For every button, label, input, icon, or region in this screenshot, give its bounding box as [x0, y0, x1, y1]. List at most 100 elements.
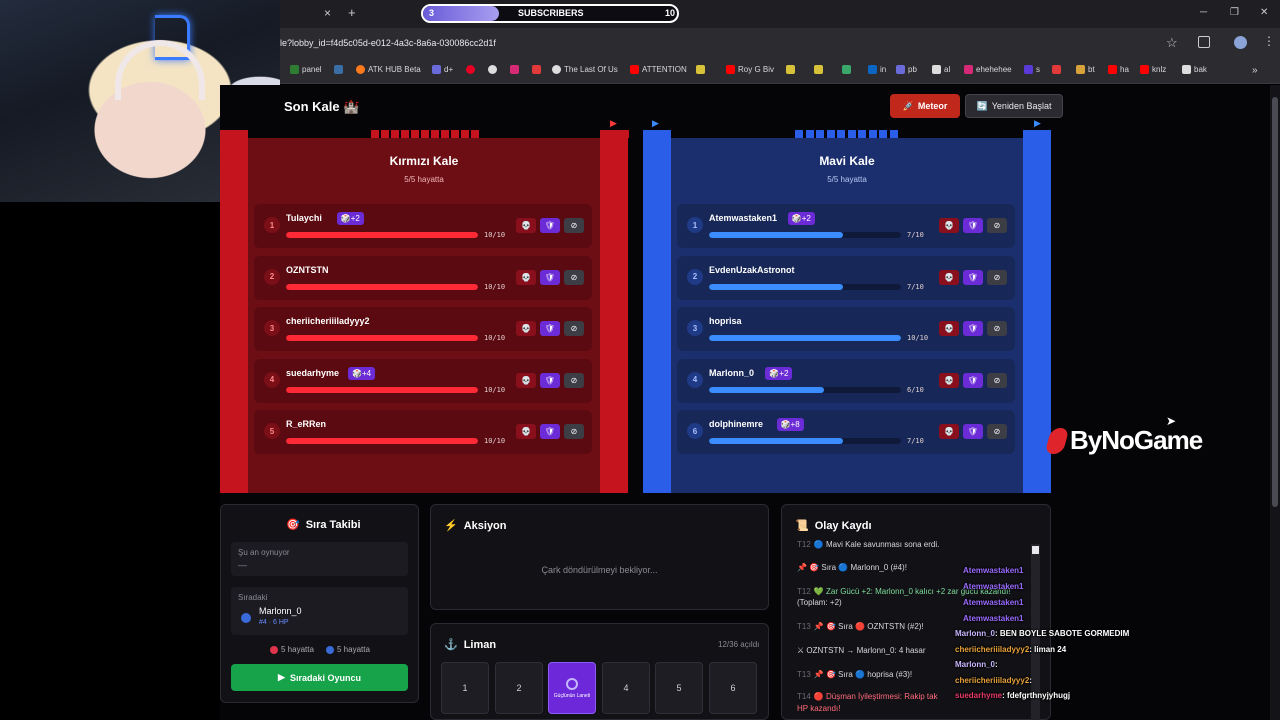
attack-skull-button[interactable]: 💀	[939, 321, 959, 336]
log-turn: T13	[797, 670, 811, 679]
tab-close-button[interactable]: ×	[324, 6, 331, 20]
merlon	[816, 130, 824, 138]
block-button[interactable]: ⊘	[987, 321, 1007, 336]
extensions-icon[interactable]	[1198, 36, 1210, 48]
bookmark-d-plus[interactable]: d+	[432, 65, 453, 74]
bookmark-panel[interactable]: panel	[290, 65, 322, 74]
bookmark-steam[interactable]	[334, 65, 343, 74]
harbor-cell-5[interactable]: 5	[655, 662, 703, 714]
hp-bar-fill	[709, 283, 844, 290]
attack-skull-button[interactable]: 💀	[939, 372, 959, 388]
block-button[interactable]: ⊘	[564, 218, 584, 233]
chat-username: cheriicheriiiladyyy2	[955, 645, 1030, 654]
bookmark-misc-1[interactable]	[786, 65, 795, 74]
shield-button[interactable]: 🛡	[963, 424, 983, 439]
blue-castle-name: Mavi Kale	[819, 154, 875, 168]
shield-button[interactable]: 🛡	[540, 269, 560, 285]
harbor-cell-1[interactable]: 1	[441, 662, 489, 714]
harbor-cell-3[interactable]: Güçlünün Laneti	[548, 662, 596, 714]
play-icon: ▶	[278, 672, 285, 682]
harbor-cell-4[interactable]: 4	[602, 662, 650, 714]
shield-button[interactable]: 🛡	[963, 269, 983, 285]
meteor-button[interactable]: 🚀 Meteor	[890, 94, 960, 118]
bookmark-misc-2[interactable]	[814, 65, 823, 74]
attack-skull-button[interactable]: 💀	[516, 372, 536, 388]
bookmark-knlz[interactable]: knlz	[1140, 65, 1166, 74]
block-button[interactable]: ⊘	[987, 218, 1007, 233]
block-button[interactable]: ⊘	[987, 372, 1007, 388]
player-name: hoprisa	[709, 316, 742, 326]
star-icon[interactable]: ☆	[1166, 35, 1178, 51]
bookmark-the-last-of-us[interactable]: The Last Of Us	[552, 65, 618, 74]
attack-skull-button[interactable]: 💀	[516, 424, 536, 439]
shield-button[interactable]: 🛡	[963, 372, 983, 388]
restart-button[interactable]: 🔄 Yeniden Başlat	[965, 94, 1063, 118]
block-button[interactable]: ⊘	[564, 321, 584, 336]
red-castle-name: Kırmızı Kale	[389, 154, 459, 168]
block-button[interactable]: ⊘	[987, 269, 1007, 285]
bookmark-linkedin[interactable]: in	[868, 65, 886, 74]
attack-skull-button[interactable]: 💀	[939, 424, 959, 439]
bookmark-bak[interactable]: bak	[1182, 65, 1207, 74]
bookmark-atk-hub[interactable]: ATK HUB Beta	[356, 65, 421, 74]
new-tab-button[interactable]: +	[348, 5, 356, 20]
shield-button[interactable]: 🛡	[540, 424, 560, 439]
bookmark-ha[interactable]: ha	[1108, 65, 1129, 74]
bookmark-roy-g-biv[interactable]: Roy G Biv	[726, 65, 774, 74]
shield-button[interactable]: 🛡	[540, 218, 560, 233]
block-button[interactable]: ⊘	[564, 372, 584, 388]
bookmarks-overflow-icon[interactable]: »	[1252, 65, 1258, 76]
hp-bar-fill	[709, 438, 844, 444]
attack-skull-button[interactable]: 💀	[939, 269, 959, 285]
bookmark-misc-3[interactable]	[842, 65, 851, 74]
log-turn: T14	[797, 692, 811, 701]
url-input[interactable]: le?lobby_id=f4d5c05d-e012-4a3c-8a6a-0300…	[280, 38, 496, 48]
shield-button[interactable]: 🛡	[540, 321, 560, 336]
scrollbar-thumb[interactable]	[1272, 97, 1278, 507]
bookmark-instagram[interactable]	[510, 65, 519, 74]
bookmark-s[interactable]: s	[1024, 65, 1040, 74]
bookmark-attention[interactable]: ATTENTION	[630, 65, 687, 74]
block-button[interactable]: ⊘	[987, 424, 1007, 439]
merlon	[441, 130, 449, 138]
bookmark-github[interactable]	[488, 65, 497, 74]
attack-skull-button[interactable]: 💀	[939, 218, 959, 233]
hp-text: 7/10	[907, 282, 924, 291]
log-text: 📌 🎯 Sıra 🔴 OZNTSTN (#2)!	[813, 622, 924, 631]
attack-skull-button[interactable]: 💀	[516, 269, 536, 285]
subscribers-count: 3	[429, 8, 435, 18]
player-row: 4 Marlonn_0 🎲+2 6/10 💀 🛡 ⊘	[677, 358, 1015, 403]
subscribers-progress-fill	[423, 6, 500, 21]
next-player-button[interactable]: ▶ Sıradaki Oyuncu	[231, 664, 408, 691]
block-button[interactable]: ⊘	[564, 424, 584, 439]
bookmark-pinterest[interactable]	[466, 65, 475, 74]
red-tower-right	[600, 130, 628, 493]
block-button[interactable]: ⊘	[564, 269, 584, 285]
attack-skull-button[interactable]: 💀	[516, 218, 536, 233]
harbor-cell-6[interactable]: 6	[709, 662, 757, 714]
close-window-button[interactable]: ✕	[1260, 7, 1268, 18]
shield-button[interactable]: 🛡	[963, 218, 983, 233]
bookmark-red-2[interactable]	[1052, 65, 1061, 74]
profile-avatar[interactable]	[1234, 36, 1247, 49]
bookmark-al[interactable]: al	[932, 65, 950, 74]
shield-button[interactable]: 🛡	[540, 372, 560, 388]
merlon	[847, 130, 856, 138]
event-log-title: 📜 Olay Kaydı	[795, 519, 872, 533]
shield-button[interactable]: 🛡	[963, 321, 983, 336]
maximize-button[interactable]: ❐	[1230, 7, 1239, 18]
bookmark-ehehehee[interactable]: ehehehee	[964, 65, 1012, 74]
blue-alive-count: 5 hayatta	[337, 645, 370, 654]
scroll-up-icon[interactable]	[1032, 546, 1039, 554]
bookmark-yellow[interactable]	[696, 65, 705, 74]
player-number: 2	[687, 268, 703, 285]
bookmark-bt[interactable]: bt	[1076, 65, 1095, 74]
bookmark-pb[interactable]: pb	[896, 65, 917, 74]
minimize-button[interactable]: ─	[1200, 7, 1207, 18]
log-entry: (Toplam: +2)	[797, 598, 842, 607]
harbor-cell-2[interactable]: 2	[495, 662, 543, 714]
page-scrollbar[interactable]	[1270, 85, 1280, 720]
menu-icon[interactable]: ⋮	[1263, 34, 1275, 48]
attack-skull-button[interactable]: 💀	[516, 321, 536, 336]
bookmark-red[interactable]	[532, 65, 541, 74]
